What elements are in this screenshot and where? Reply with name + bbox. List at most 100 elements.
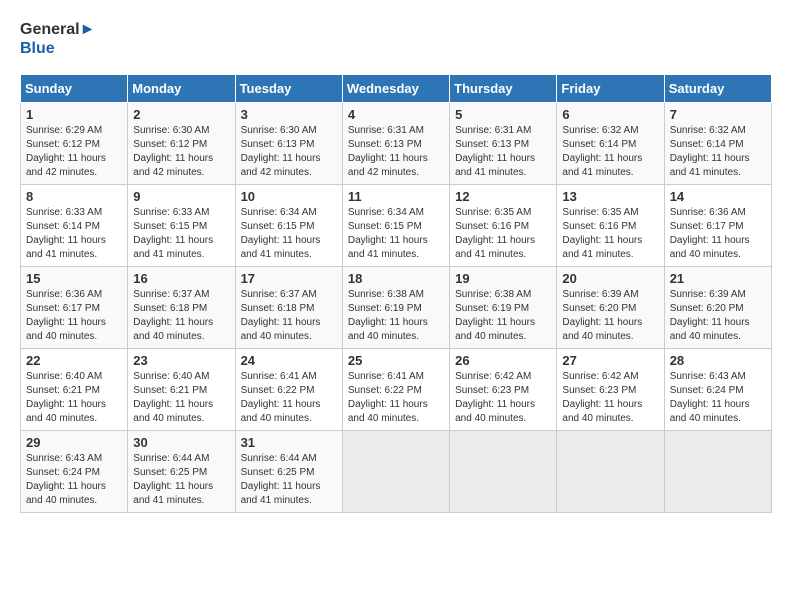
- calendar-table: SundayMondayTuesdayWednesdayThursdayFrid…: [20, 74, 772, 513]
- day-number: 12: [455, 189, 551, 204]
- day-info: Sunrise: 6:30 AM Sunset: 6:12 PM Dayligh…: [133, 124, 229, 180]
- day-info: Sunrise: 6:43 AM Sunset: 6:24 PM Dayligh…: [26, 452, 122, 508]
- day-info: Sunrise: 6:40 AM Sunset: 6:21 PM Dayligh…: [26, 370, 122, 426]
- day-info: Sunrise: 6:43 AM Sunset: 6:24 PM Dayligh…: [670, 370, 766, 426]
- calendar-cell: 2 Sunrise: 6:30 AM Sunset: 6:12 PM Daylig…: [128, 103, 235, 185]
- weekday-header: Wednesday: [342, 75, 449, 103]
- calendar-cell: 22 Sunrise: 6:40 AM Sunset: 6:21 PM Dayli…: [21, 349, 128, 431]
- day-number: 1: [26, 107, 122, 122]
- day-info: Sunrise: 6:39 AM Sunset: 6:20 PM Dayligh…: [562, 288, 658, 344]
- day-info: Sunrise: 6:35 AM Sunset: 6:16 PM Dayligh…: [562, 206, 658, 262]
- calendar-cell: 7 Sunrise: 6:32 AM Sunset: 6:14 PM Daylig…: [664, 103, 771, 185]
- day-number: 22: [26, 353, 122, 368]
- day-info: Sunrise: 6:37 AM Sunset: 6:18 PM Dayligh…: [133, 288, 229, 344]
- day-number: 21: [670, 271, 766, 286]
- calendar-cell: 5 Sunrise: 6:31 AM Sunset: 6:13 PM Daylig…: [450, 103, 557, 185]
- day-info: Sunrise: 6:30 AM Sunset: 6:13 PM Dayligh…: [241, 124, 337, 180]
- weekday-header: Friday: [557, 75, 664, 103]
- calendar-cell: 18 Sunrise: 6:38 AM Sunset: 6:19 PM Dayli…: [342, 267, 449, 349]
- day-info: Sunrise: 6:32 AM Sunset: 6:14 PM Dayligh…: [670, 124, 766, 180]
- calendar-cell: 11 Sunrise: 6:34 AM Sunset: 6:15 PM Dayli…: [342, 185, 449, 267]
- calendar-cell: 10 Sunrise: 6:34 AM Sunset: 6:15 PM Dayli…: [235, 185, 342, 267]
- weekday-header: Sunday: [21, 75, 128, 103]
- day-info: Sunrise: 6:34 AM Sunset: 6:15 PM Dayligh…: [241, 206, 337, 262]
- day-number: 6: [562, 107, 658, 122]
- day-number: 20: [562, 271, 658, 286]
- day-info: Sunrise: 6:31 AM Sunset: 6:13 PM Dayligh…: [455, 124, 551, 180]
- weekday-header: Monday: [128, 75, 235, 103]
- calendar-cell: 15 Sunrise: 6:36 AM Sunset: 6:17 PM Dayli…: [21, 267, 128, 349]
- calendar-cell: 21 Sunrise: 6:39 AM Sunset: 6:20 PM Dayli…: [664, 267, 771, 349]
- day-number: 11: [348, 189, 444, 204]
- calendar-cell: 24 Sunrise: 6:41 AM Sunset: 6:22 PM Dayli…: [235, 349, 342, 431]
- day-number: 30: [133, 435, 229, 450]
- weekday-header: Tuesday: [235, 75, 342, 103]
- logo-wordmark: General► Blue: [20, 20, 95, 58]
- day-info: Sunrise: 6:38 AM Sunset: 6:19 PM Dayligh…: [348, 288, 444, 344]
- day-number: 5: [455, 107, 551, 122]
- day-info: Sunrise: 6:37 AM Sunset: 6:18 PM Dayligh…: [241, 288, 337, 344]
- day-number: 19: [455, 271, 551, 286]
- logo: General► Blue: [20, 20, 95, 58]
- calendar-cell: 20 Sunrise: 6:39 AM Sunset: 6:20 PM Dayli…: [557, 267, 664, 349]
- day-number: 9: [133, 189, 229, 204]
- calendar-cell: [342, 431, 449, 513]
- calendar-cell: 26 Sunrise: 6:42 AM Sunset: 6:23 PM Dayli…: [450, 349, 557, 431]
- calendar-cell: [664, 431, 771, 513]
- day-number: 31: [241, 435, 337, 450]
- day-number: 17: [241, 271, 337, 286]
- day-info: Sunrise: 6:42 AM Sunset: 6:23 PM Dayligh…: [562, 370, 658, 426]
- day-number: 2: [133, 107, 229, 122]
- calendar-cell: 8Sunrise: 6:33 AM Sunset: 6:14 PM Daylig…: [21, 185, 128, 267]
- calendar-cell: 3Sunrise: 6:30 AM Sunset: 6:13 PM Daylig…: [235, 103, 342, 185]
- calendar-cell: 31 Sunrise: 6:44 AM Sunset: 6:25 PM Dayli…: [235, 431, 342, 513]
- day-number: 10: [241, 189, 337, 204]
- calendar-cell: 28 Sunrise: 6:43 AM Sunset: 6:24 PM Dayli…: [664, 349, 771, 431]
- calendar-cell: 27 Sunrise: 6:42 AM Sunset: 6:23 PM Dayli…: [557, 349, 664, 431]
- day-number: 26: [455, 353, 551, 368]
- calendar-cell: 9Sunrise: 6:33 AM Sunset: 6:15 PM Daylig…: [128, 185, 235, 267]
- calendar-cell: 23 Sunrise: 6:40 AM Sunset: 6:21 PM Dayli…: [128, 349, 235, 431]
- day-number: 13: [562, 189, 658, 204]
- day-number: 14: [670, 189, 766, 204]
- day-info: Sunrise: 6:41 AM Sunset: 6:22 PM Dayligh…: [241, 370, 337, 426]
- calendar-cell: 1 Sunrise: 6:29 AM Sunset: 6:12 PM Daylig…: [21, 103, 128, 185]
- calendar-cell: [557, 431, 664, 513]
- day-info: Sunrise: 6:42 AM Sunset: 6:23 PM Dayligh…: [455, 370, 551, 426]
- day-info: Sunrise: 6:39 AM Sunset: 6:20 PM Dayligh…: [670, 288, 766, 344]
- day-info: Sunrise: 6:35 AM Sunset: 6:16 PM Dayligh…: [455, 206, 551, 262]
- day-info: Sunrise: 6:44 AM Sunset: 6:25 PM Dayligh…: [133, 452, 229, 508]
- day-number: 7: [670, 107, 766, 122]
- calendar-cell: 19Sunrise: 6:38 AM Sunset: 6:19 PM Dayli…: [450, 267, 557, 349]
- calendar-cell: 12 Sunrise: 6:35 AM Sunset: 6:16 PM Dayli…: [450, 185, 557, 267]
- day-number: 27: [562, 353, 658, 368]
- calendar-cell: 17 Sunrise: 6:37 AM Sunset: 6:18 PM Dayli…: [235, 267, 342, 349]
- day-info: Sunrise: 6:34 AM Sunset: 6:15 PM Dayligh…: [348, 206, 444, 262]
- day-info: Sunrise: 6:40 AM Sunset: 6:21 PM Dayligh…: [133, 370, 229, 426]
- calendar-cell: 29 Sunrise: 6:43 AM Sunset: 6:24 PM Dayli…: [21, 431, 128, 513]
- calendar-cell: 25 Sunrise: 6:41 AM Sunset: 6:22 PM Dayli…: [342, 349, 449, 431]
- day-number: 4: [348, 107, 444, 122]
- day-number: 15: [26, 271, 122, 286]
- day-info: Sunrise: 6:36 AM Sunset: 6:17 PM Dayligh…: [670, 206, 766, 262]
- day-number: 24: [241, 353, 337, 368]
- calendar-cell: 14 Sunrise: 6:36 AM Sunset: 6:17 PM Dayli…: [664, 185, 771, 267]
- day-number: 23: [133, 353, 229, 368]
- day-number: 25: [348, 353, 444, 368]
- day-info: Sunrise: 6:31 AM Sunset: 6:13 PM Dayligh…: [348, 124, 444, 180]
- day-info: Sunrise: 6:44 AM Sunset: 6:25 PM Dayligh…: [241, 452, 337, 508]
- day-number: 18: [348, 271, 444, 286]
- calendar-cell: 13 Sunrise: 6:35 AM Sunset: 6:16 PM Dayli…: [557, 185, 664, 267]
- day-number: 16: [133, 271, 229, 286]
- page-header: General► Blue: [20, 20, 772, 58]
- day-number: 29: [26, 435, 122, 450]
- day-info: Sunrise: 6:29 AM Sunset: 6:12 PM Dayligh…: [26, 124, 122, 180]
- day-info: Sunrise: 6:36 AM Sunset: 6:17 PM Dayligh…: [26, 288, 122, 344]
- day-number: 28: [670, 353, 766, 368]
- day-info: Sunrise: 6:33 AM Sunset: 6:14 PM Dayligh…: [26, 206, 122, 262]
- day-info: Sunrise: 6:41 AM Sunset: 6:22 PM Dayligh…: [348, 370, 444, 426]
- calendar-cell: 30 Sunrise: 6:44 AM Sunset: 6:25 PM Dayli…: [128, 431, 235, 513]
- calendar-cell: 6Sunrise: 6:32 AM Sunset: 6:14 PM Daylig…: [557, 103, 664, 185]
- weekday-header: Saturday: [664, 75, 771, 103]
- calendar-cell: 4 Sunrise: 6:31 AM Sunset: 6:13 PM Daylig…: [342, 103, 449, 185]
